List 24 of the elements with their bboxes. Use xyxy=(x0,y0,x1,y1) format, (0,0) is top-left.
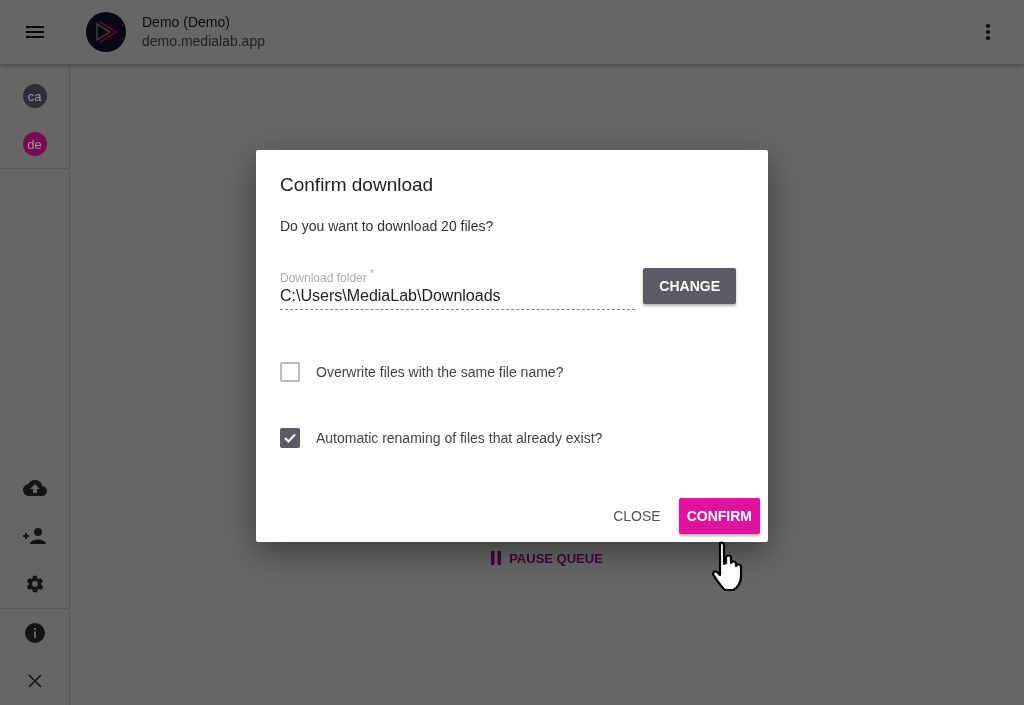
pause-icon xyxy=(491,551,502,565)
workspace-url: demo.medialab.app xyxy=(142,32,266,51)
checkbox[interactable] xyxy=(280,362,300,382)
dialog-message: Do you want to download 20 files? xyxy=(280,218,495,234)
add-person-icon xyxy=(23,528,46,544)
settings-icon xyxy=(24,574,45,594)
play-logo-icon xyxy=(86,12,126,52)
confirm-button[interactable]: CONFIRM xyxy=(678,498,760,534)
checkbox[interactable] xyxy=(280,428,300,448)
cloud-upload-icon xyxy=(22,480,47,496)
dialog-title: Confirm download xyxy=(280,174,435,196)
more-vertical-icon xyxy=(986,24,990,40)
menu-icon xyxy=(26,26,44,38)
close-dialog-button[interactable]: CLOSE xyxy=(605,498,669,534)
workspace-title: Demo (Demo) xyxy=(142,13,231,32)
close-icon xyxy=(27,674,42,688)
workspace-avatar[interactable]: ca xyxy=(22,84,47,108)
field-label: Download folder $^{*}$ xyxy=(280,268,375,285)
info-icon xyxy=(24,623,45,643)
check-icon xyxy=(284,433,296,443)
change-button[interactable]: CHANGE xyxy=(643,268,736,304)
checkbox-label: Overwrite files with the same file name? xyxy=(316,364,564,380)
checkbox-label: Automatic renaming of files that already exist? xyxy=(316,430,603,446)
workspace-avatar[interactable]: de xyxy=(22,132,47,156)
